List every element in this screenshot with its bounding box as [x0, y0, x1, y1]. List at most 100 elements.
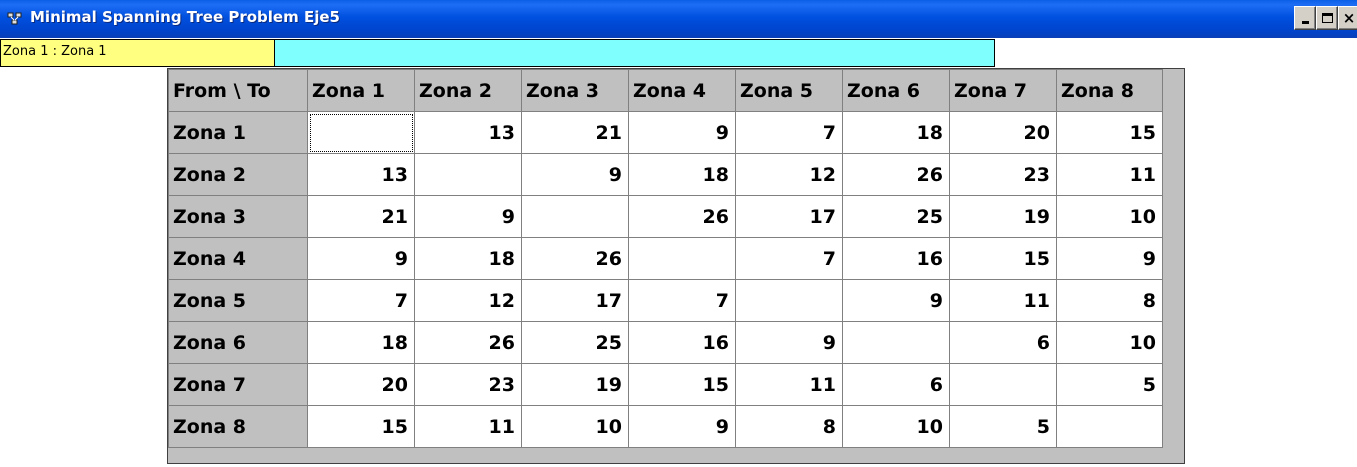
distance-cell[interactable]: 13 [414, 111, 522, 154]
maximize-button[interactable] [1316, 6, 1338, 30]
distance-cell[interactable]: 6 [949, 321, 1057, 364]
distance-cell[interactable]: 10 [521, 405, 629, 448]
distance-cell[interactable]: 23 [414, 363, 522, 406]
distance-cell[interactable]: 19 [521, 363, 629, 406]
distance-cell[interactable] [842, 321, 950, 364]
distance-cell[interactable]: 9 [307, 237, 415, 280]
distance-cell[interactable]: 6 [842, 363, 950, 406]
distance-cell[interactable]: 21 [307, 195, 415, 238]
distance-cell[interactable]: 16 [628, 321, 736, 364]
maximize-icon [1321, 13, 1333, 23]
app-network-icon [7, 11, 23, 25]
distance-cell[interactable]: 9 [842, 279, 950, 322]
distance-cell[interactable]: 18 [842, 111, 950, 154]
column-header[interactable]: Zona 1 [307, 69, 415, 112]
close-icon: × [1342, 9, 1356, 27]
header-row: From \ To Zona 1 Zona 2 Zona 3 Zona 4 Zo… [168, 69, 1163, 112]
distance-cell[interactable]: 12 [414, 279, 522, 322]
table-row: Zona 2 13 9 18 12 26 23 11 [168, 153, 1163, 196]
distance-cell[interactable]: 26 [521, 237, 629, 280]
row-header[interactable]: Zona 3 [168, 195, 308, 238]
distance-cell[interactable]: 26 [842, 153, 950, 196]
row-header[interactable]: Zona 1 [168, 111, 308, 154]
distance-cell[interactable]: 19 [949, 195, 1057, 238]
table-row: Zona 3 21 9 26 17 25 19 10 [168, 195, 1163, 238]
distance-cell[interactable]: 11 [414, 405, 522, 448]
distance-cell[interactable]: 16 [842, 237, 950, 280]
distance-cell[interactable]: 15 [307, 405, 415, 448]
distance-cell[interactable]: 20 [949, 111, 1057, 154]
distance-cell[interactable] [949, 363, 1057, 406]
distance-cell[interactable] [521, 195, 629, 238]
distance-cell[interactable]: 25 [842, 195, 950, 238]
table-row: Zona 7 20 23 19 15 11 6 5 [168, 363, 1163, 406]
column-header[interactable]: Zona 6 [842, 69, 950, 112]
column-header[interactable]: Zona 8 [1056, 69, 1163, 112]
title-bar[interactable]: Minimal Spanning Tree Problem Eje5 × [0, 0, 1357, 38]
distance-cell[interactable]: 5 [1056, 363, 1163, 406]
distance-cell[interactable]: 21 [521, 111, 629, 154]
distance-cell[interactable]: 7 [307, 279, 415, 322]
distance-cell[interactable]: 9 [414, 195, 522, 238]
row-header[interactable]: Zona 7 [168, 363, 308, 406]
distance-cell[interactable]: 9 [1056, 237, 1163, 280]
distance-cell[interactable] [735, 279, 843, 322]
distance-cell[interactable]: 8 [735, 405, 843, 448]
distance-cell[interactable]: 7 [735, 111, 843, 154]
distance-cell[interactable] [628, 237, 736, 280]
distance-cell[interactable]: 11 [735, 363, 843, 406]
distance-cell[interactable]: 10 [1056, 321, 1163, 364]
minimize-button[interactable] [1294, 6, 1316, 30]
distance-cell[interactable]: 10 [1056, 195, 1163, 238]
row-header[interactable]: Zona 4 [168, 237, 308, 280]
distance-cell[interactable]: 11 [1056, 153, 1163, 196]
column-header[interactable]: Zona 7 [949, 69, 1057, 112]
cell-edit-field[interactable] [275, 39, 995, 67]
row-header[interactable]: Zona 2 [168, 153, 308, 196]
distance-cell[interactable]: 15 [1056, 111, 1163, 154]
distance-cell[interactable]: 25 [521, 321, 629, 364]
row-header[interactable]: Zona 6 [168, 321, 308, 364]
table-row: Zona 5 7 12 17 7 9 11 8 [168, 279, 1163, 322]
minimize-icon [1301, 21, 1309, 24]
distance-cell[interactable] [414, 153, 522, 196]
distance-cell[interactable]: 20 [307, 363, 415, 406]
distance-cell[interactable]: 7 [628, 279, 736, 322]
window-title: Minimal Spanning Tree Problem Eje5 [30, 8, 340, 26]
distance-cell[interactable]: 8 [1056, 279, 1163, 322]
distance-cell[interactable]: 18 [628, 153, 736, 196]
distance-cell[interactable]: 9 [628, 405, 736, 448]
column-header[interactable]: Zona 2 [414, 69, 522, 112]
row-header[interactable]: Zona 8 [168, 405, 308, 448]
table-row: Zona 1 13 21 9 7 18 20 15 [168, 111, 1163, 154]
cell-reference-label: Zona 1 : Zona 1 [0, 39, 275, 67]
distance-cell[interactable]: 26 [414, 321, 522, 364]
distance-cell[interactable]: 15 [628, 363, 736, 406]
distance-cell[interactable]: 17 [521, 279, 629, 322]
distance-cell[interactable]: 11 [949, 279, 1057, 322]
distance-cell[interactable]: 5 [949, 405, 1057, 448]
distance-cell[interactable]: 18 [307, 321, 415, 364]
table-row: Zona 4 9 18 26 7 16 15 9 [168, 237, 1163, 280]
distance-cell[interactable]: 15 [949, 237, 1057, 280]
distance-cell[interactable]: 17 [735, 195, 843, 238]
distance-cell[interactable]: 7 [735, 237, 843, 280]
distance-cell[interactable] [307, 111, 415, 154]
table-row: Zona 8 15 11 10 9 8 10 5 [168, 405, 1163, 448]
column-header[interactable]: Zona 4 [628, 69, 736, 112]
distance-cell[interactable]: 13 [307, 153, 415, 196]
distance-cell[interactable]: 9 [628, 111, 736, 154]
column-header[interactable]: Zona 5 [735, 69, 843, 112]
distance-cell[interactable]: 26 [628, 195, 736, 238]
distance-cell[interactable] [1056, 405, 1163, 448]
distance-cell[interactable]: 18 [414, 237, 522, 280]
distance-cell[interactable]: 9 [735, 321, 843, 364]
distance-cell[interactable]: 9 [521, 153, 629, 196]
distance-cell[interactable]: 23 [949, 153, 1057, 196]
column-header[interactable]: Zona 3 [521, 69, 629, 112]
distance-cell[interactable]: 12 [735, 153, 843, 196]
close-button[interactable]: × [1338, 6, 1357, 30]
distance-grid[interactable]: From \ To Zona 1 Zona 2 Zona 3 Zona 4 Zo… [168, 69, 1163, 448]
distance-cell[interactable]: 10 [842, 405, 950, 448]
row-header[interactable]: Zona 5 [168, 279, 308, 322]
